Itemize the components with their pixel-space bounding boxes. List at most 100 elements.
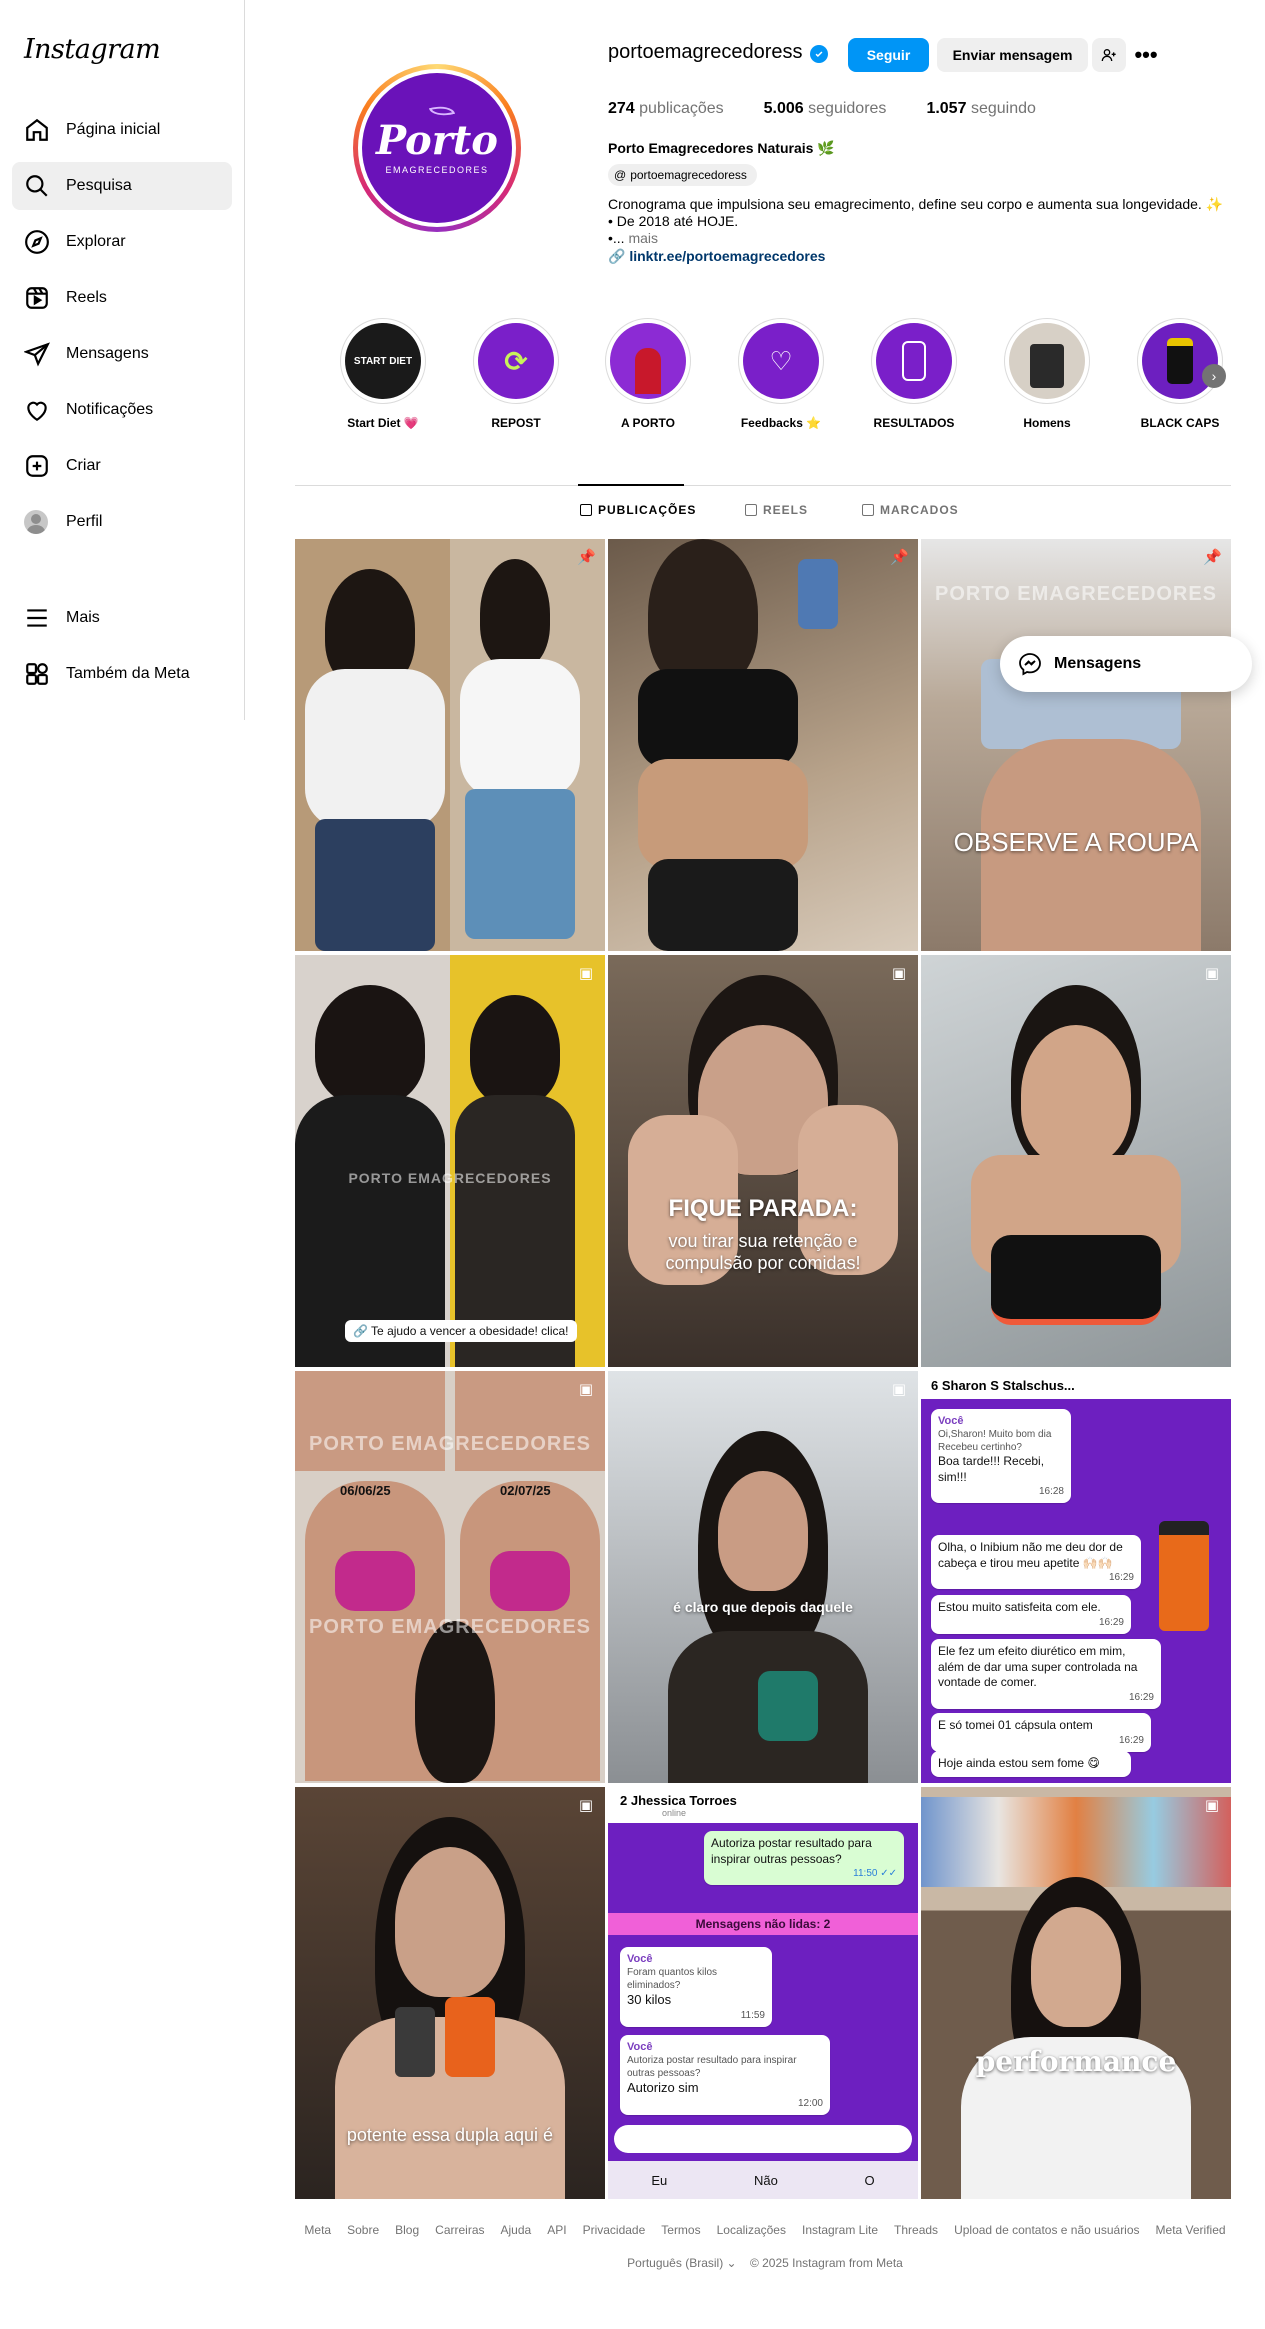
follow-button[interactable]: Seguir xyxy=(848,38,929,72)
footer-link[interactable]: API xyxy=(547,2223,566,2237)
bio-text: •... mais xyxy=(608,230,659,246)
post-item[interactable]: 2 Jhessica Torroes online Autoriza posta… xyxy=(608,1787,918,2199)
post-item[interactable]: potente essa dupla aqui é ▣ xyxy=(295,1787,605,2199)
footer-link[interactable]: Blog xyxy=(395,2223,419,2237)
sidebar-item-more[interactable]: Mais xyxy=(12,594,232,642)
message-input[interactable] xyxy=(614,2125,912,2153)
highlight-homens[interactable]: Homens xyxy=(1003,318,1091,430)
search-icon xyxy=(26,175,48,197)
footer-link[interactable]: Termos xyxy=(661,2223,700,2237)
sidebar-item-create[interactable]: Criar xyxy=(12,442,232,490)
footer-link[interactable]: Threads xyxy=(894,2223,938,2237)
post-item[interactable]: PORTO EMAGRECEDORES OBSERVE A ROUPA 📌 xyxy=(921,539,1231,951)
footer-link[interactable]: Meta Verified xyxy=(1156,2223,1226,2237)
post-caption: é claro que depois daquele xyxy=(673,1599,853,1615)
keyboard-suggestions: Eu Não O xyxy=(608,2161,918,2199)
post-item[interactable]: 📌 xyxy=(295,539,605,951)
sidebar-item-label: Explorar xyxy=(66,233,126,250)
sidebar-item-home[interactable]: Página inicial xyxy=(12,106,232,154)
footer-link[interactable]: Ajuda xyxy=(501,2223,532,2237)
highlight-start-diet[interactable]: START DIET Start Diet 💗 xyxy=(339,318,427,430)
repost-icon: ⟳ xyxy=(478,323,554,399)
profile-display-name: Porto Emagrecedores Naturais 🌿 xyxy=(608,140,835,156)
following-count[interactable]: 1.057 seguindo xyxy=(926,100,1035,118)
unread-divider: Mensagens não lidas: 2 xyxy=(608,1913,918,1935)
post-item[interactable]: PORTO EMAGRECEDORES 🔗 Te ajudo a vencer … xyxy=(295,955,605,1367)
followers-count[interactable]: 5.006 seguidores xyxy=(764,100,887,118)
tab-posts[interactable]: PUBLICAÇÕES xyxy=(580,503,696,517)
sidebar-item-explore[interactable]: Explorar xyxy=(12,218,232,266)
profile-avatar[interactable]: Porto EMAGRECEDORES xyxy=(353,64,521,232)
language-selector[interactable]: Português (Brasil) ⌄ xyxy=(627,2256,736,2270)
highlight-image xyxy=(610,323,686,399)
grid-icon xyxy=(580,504,592,516)
reel-icon: ▣ xyxy=(891,1797,907,1814)
sidebar-item-reels[interactable]: Reels xyxy=(12,274,232,322)
keyboard-suggestion[interactable]: O xyxy=(865,2173,875,2188)
highlight-image xyxy=(1009,323,1085,399)
highlight-image: START DIET xyxy=(345,323,421,399)
post-item[interactable]: ▣ xyxy=(921,955,1231,1367)
bio-more-link[interactable]: mais xyxy=(628,230,658,246)
footer-link[interactable]: Localizações xyxy=(717,2223,786,2237)
chat-bubble: Você Oi,Sharon! Muito bom dia Recebeu ce… xyxy=(931,1409,1071,1504)
product-bottle xyxy=(1159,1521,1209,1631)
sidebar-item-label: Pesquisa xyxy=(66,177,132,194)
copyright-text: © 2025 Instagram from Meta xyxy=(749,2256,903,2270)
footer-link[interactable]: Privacidade xyxy=(583,2223,646,2237)
highlight-feedbacks[interactable]: ♡ Feedbacks ⭐ xyxy=(737,318,825,430)
sidebar-item-profile[interactable]: Perfil xyxy=(12,498,232,546)
sidebar-item-messages[interactable]: Mensagens xyxy=(12,330,232,378)
footer-link[interactable]: Instagram Lite xyxy=(802,2223,878,2237)
add-user-icon xyxy=(1101,49,1116,62)
post-item[interactable]: 📌 xyxy=(608,539,918,951)
post-item[interactable]: 6 Sharon S Stalschus... Você Oi,Sharon! … xyxy=(921,1371,1231,1783)
keyboard-suggestion[interactable]: Não xyxy=(754,2173,778,2188)
threads-badge[interactable]: @ portoemagrecedoress xyxy=(608,164,757,186)
post-item[interactable]: performance ▣ xyxy=(921,1787,1231,2199)
post-item[interactable]: PORTO EMAGRECEDORES PORTO EMAGRECEDORES … xyxy=(295,1371,605,1783)
footer-link[interactable]: Meta xyxy=(304,2223,331,2237)
highlights-next-button[interactable]: › xyxy=(1202,364,1226,388)
post-item[interactable]: FIQUE PARADA: vou tirar sua retenção e c… xyxy=(608,955,918,1367)
sidebar-item-label: Mais xyxy=(66,609,100,626)
bio-link[interactable]: 🔗 linktr.ee/portoemagrecedores xyxy=(608,248,825,265)
post-caption: OBSERVE A ROUPA xyxy=(953,827,1199,857)
avatar-brand-subtext: EMAGRECEDORES xyxy=(385,165,489,175)
send-message-button[interactable]: Enviar mensagem xyxy=(937,38,1088,72)
bio-text: Cronograma que impulsiona seu emagrecime… xyxy=(608,196,1224,212)
profile-stats: 274 publicações 5.006 seguidores 1.057 s… xyxy=(608,100,1076,118)
tab-reels[interactable]: REELS xyxy=(745,503,808,517)
chat-bubble: Hoje ainda estou sem fome 😋 xyxy=(931,1751,1131,1777)
suggest-users-button[interactable] xyxy=(1092,38,1126,72)
post-item[interactable]: é claro que depois daquele ▣ xyxy=(608,1371,918,1783)
highlight-label: A PORTO xyxy=(620,416,675,430)
post-date-label: 02/07/25 xyxy=(500,1483,551,1498)
highlight-label: RESULTADOS xyxy=(873,416,955,430)
highlight-repost[interactable]: ⟳ REPOST xyxy=(472,318,560,430)
footer-link[interactable]: Sobre xyxy=(347,2223,379,2237)
sidebar-item-meta[interactable]: Também da Meta xyxy=(12,650,232,698)
tab-tagged[interactable]: MARCADOS xyxy=(862,503,959,517)
post-date-label: 06/06/25 xyxy=(340,1483,391,1498)
verified-badge-icon xyxy=(810,45,828,63)
more-options-button[interactable]: ••• xyxy=(1133,42,1159,68)
messages-floating-button[interactable]: Mensagens xyxy=(1000,636,1252,692)
sidebar-item-search[interactable]: Pesquisa xyxy=(12,162,232,210)
sidebar-item-notifications[interactable]: Notificações xyxy=(12,386,232,434)
highlight-label: Start Diet 💗 xyxy=(347,416,419,430)
keyboard-suggestion[interactable]: Eu xyxy=(651,2173,667,2188)
footer-link[interactable]: Upload de contatos e não usuários xyxy=(954,2223,1139,2237)
ellipsis-icon: ••• xyxy=(1134,42,1158,67)
avatar-logo: Porto EMAGRECEDORES xyxy=(362,73,512,223)
highlight-a-porto[interactable]: A PORTO xyxy=(604,318,692,430)
instagram-logo[interactable]: Instagram xyxy=(24,34,161,65)
heart-icon xyxy=(27,401,47,422)
footer-link[interactable]: Carreiras xyxy=(435,2223,484,2237)
highlight-resultados[interactable]: RESULTADOS xyxy=(870,318,958,430)
reel-icon: ▣ xyxy=(891,1381,907,1398)
link-icon: 🔗 xyxy=(608,248,626,264)
link-sticker: 🔗 Te ajudo a vencer a obesidade! clica! xyxy=(345,1320,577,1342)
reel-icon: ▣ xyxy=(1204,965,1220,982)
home-icon xyxy=(26,118,48,141)
